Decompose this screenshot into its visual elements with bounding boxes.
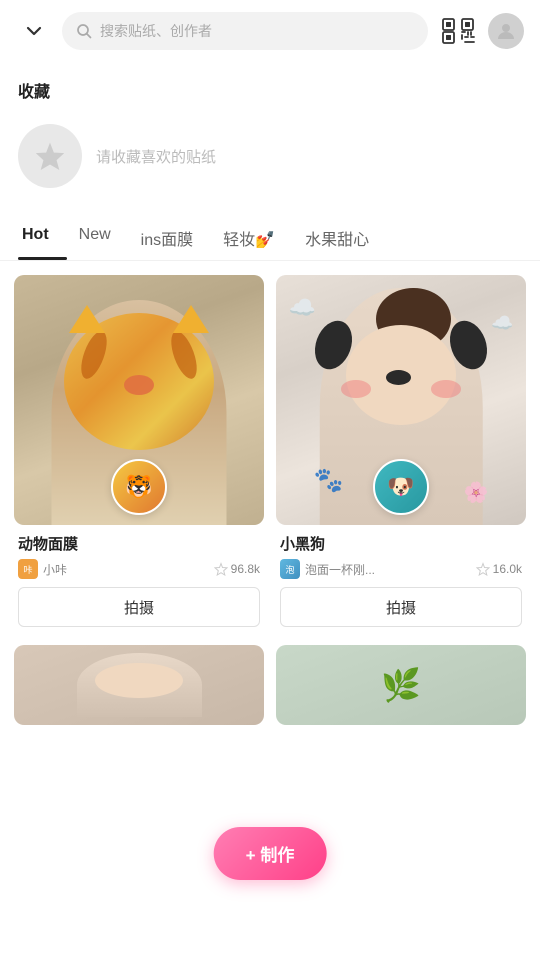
sticker-meta-dog: 泡 泡面一杯刚... 16.0k	[280, 559, 522, 579]
favorites-title: 收藏	[18, 78, 522, 102]
star-icon	[34, 140, 66, 172]
sticker-thumb-tiger: 🐯	[111, 459, 167, 515]
sticker-grid: 🐯 动物面膜 咔 小咔 96.8k 拍摄	[0, 261, 540, 633]
search-icon	[76, 23, 92, 39]
sticker-likes-tiger: 96.8k	[214, 562, 260, 576]
user-icon	[494, 19, 518, 43]
header: 搜索贴纸、创作者	[0, 0, 540, 62]
tabs-section: Hot New ins面膜 轻妆💅 水果甜心	[0, 216, 540, 261]
sticker-name-dog: 小黑狗	[280, 533, 522, 554]
create-fab-button[interactable]: + 制作	[214, 827, 327, 880]
sticker-name-tiger: 动物面膜	[18, 533, 260, 554]
tab-light-makeup[interactable]: 轻妆💅	[219, 216, 293, 260]
avatar[interactable]	[488, 13, 524, 49]
chevron-down-icon[interactable]	[16, 13, 52, 49]
sticker-author-dog: 泡 泡面一杯刚...	[280, 559, 375, 579]
tab-new[interactable]: New	[75, 216, 129, 260]
sticker-author-tiger: 咔 小咔	[18, 559, 67, 579]
author-avatar-dog: 泡	[280, 559, 300, 579]
fab-wrap: + 制作	[214, 827, 327, 880]
author-avatar-tiger: 咔	[18, 559, 38, 579]
partial-card-2[interactable]: 🌿	[276, 645, 526, 725]
favorites-icon	[18, 124, 82, 188]
sticker-image-dog[interactable]: ☁️ ☁️ 🐾 🌸 🐶	[276, 275, 526, 525]
shoot-button-tiger[interactable]: 拍摄	[18, 587, 260, 627]
sticker-grid-bottom: 🌿	[0, 633, 540, 725]
sticker-image-tiger[interactable]: 🐯	[14, 275, 264, 525]
favorites-section: 收藏 请收藏喜欢的贴纸	[0, 62, 540, 212]
qr-icon	[441, 17, 475, 45]
sticker-info-dog: 小黑狗 泡 泡面一杯刚... 16.0k 拍摄	[276, 525, 526, 633]
sticker-likes-dog: 16.0k	[476, 562, 522, 576]
star-outline-icon	[214, 562, 228, 576]
partial-card-1[interactable]	[14, 645, 264, 725]
shoot-button-dog[interactable]: 拍摄	[280, 587, 522, 627]
tab-hot[interactable]: Hot	[18, 216, 67, 260]
tab-fruit-sweet[interactable]: 水果甜心	[301, 216, 387, 260]
tabs-row: Hot New ins面膜 轻妆💅 水果甜心	[18, 216, 522, 260]
qr-button[interactable]	[438, 13, 478, 49]
favorites-hint: 请收藏喜欢的贴纸	[96, 146, 216, 167]
star-outline-icon-2	[476, 562, 490, 576]
sticker-info-tiger: 动物面膜 咔 小咔 96.8k 拍摄	[14, 525, 264, 633]
search-placeholder: 搜索贴纸、创作者	[100, 21, 212, 41]
search-bar[interactable]: 搜索贴纸、创作者	[62, 12, 428, 50]
sticker-card-tiger: 🐯 动物面膜 咔 小咔 96.8k 拍摄	[14, 275, 264, 633]
favorites-empty: 请收藏喜欢的贴纸	[18, 116, 522, 204]
sticker-card-dog: ☁️ ☁️ 🐾 🌸 🐶 小黑狗 泡 泡面	[276, 275, 526, 633]
sticker-meta-tiger: 咔 小咔 96.8k	[18, 559, 260, 579]
sticker-thumb-dog: 🐶	[373, 459, 429, 515]
tab-ins-mask[interactable]: ins面膜	[137, 216, 211, 260]
